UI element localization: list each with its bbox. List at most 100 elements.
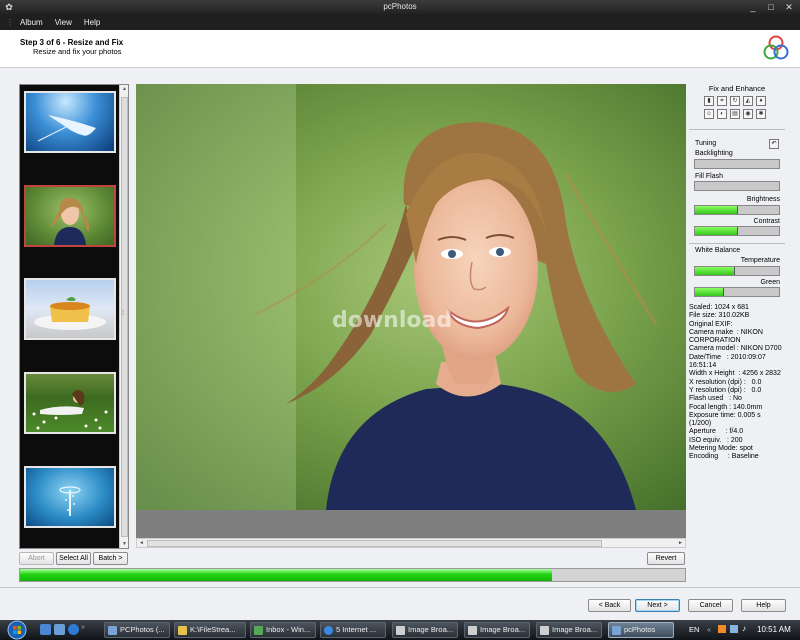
thumbnail-flower-field[interactable] [24, 372, 116, 434]
progress-fill [20, 569, 552, 581]
fix-enhance-panel: Fix and Enhance ▮ ⌗ ↻ ◭ ♦ ☺ ◐ ▤ ◉ ✱ Tuni… [689, 84, 785, 554]
panel-splitter-icon[interactable]: ⁞ [122, 310, 124, 317]
temperature-label: Temperature [740, 257, 780, 264]
filmstrip-icon[interactable]: ▤ [730, 109, 740, 119]
taskbar-item-inbox[interactable]: Inbox - Win... [250, 622, 316, 638]
thumbnail-girl-portrait[interactable] [24, 185, 116, 247]
window-titlebar: ✿ pcPhotos _ □ ✕ [0, 0, 800, 14]
scroll-down-icon[interactable]: ▼ [120, 541, 129, 547]
switch-windows-icon[interactable] [54, 624, 65, 635]
help-button[interactable]: Help [741, 599, 786, 612]
menu-view[interactable]: View [55, 18, 72, 27]
taskbar-item-filestream[interactable]: K:\FileStrea... [174, 622, 246, 638]
rotate-icon[interactable]: ↻ [730, 96, 740, 106]
step-title: Step 3 of 6 - Resize and Fix [20, 38, 124, 47]
thumbnail-manta-ray[interactable] [24, 91, 116, 153]
divider [689, 129, 785, 130]
menu-help[interactable]: Help [84, 18, 100, 27]
window-controls: _ □ ✕ [748, 0, 794, 14]
watermark-text: download [332, 308, 452, 333]
sharpen-icon[interactable]: ✱ [756, 109, 766, 119]
window-title: pcPhotos [383, 2, 417, 11]
quicklaunch-more-icon[interactable]: » [81, 624, 85, 631]
taskbar-item-image-1[interactable]: Image Broa... [392, 622, 458, 638]
green-slider[interactable] [694, 287, 780, 297]
wizard-footer: < Back Next > Cancel Help [0, 587, 800, 620]
divider [689, 243, 785, 244]
manta-ray-icon [37, 115, 96, 142]
brightness-slider[interactable] [694, 205, 780, 215]
scroll-right-icon[interactable]: ► [678, 539, 683, 548]
minimize-button[interactable]: _ [748, 0, 758, 14]
tray-app-icon[interactable] [718, 625, 726, 633]
next-button[interactable]: Next > [635, 599, 680, 612]
hscroll-thumb[interactable] [147, 540, 602, 547]
photo-viewer[interactable]: download [136, 84, 686, 510]
maximize-button[interactable]: □ [766, 0, 776, 14]
menu-album[interactable]: Album [20, 18, 43, 27]
exif-info: Scaled: 1024 x 681 File size: 310.02KB Ori… [689, 304, 782, 461]
levels-icon[interactable]: ◭ [743, 96, 753, 106]
tuning-reset-icon[interactable]: ↶ [769, 139, 779, 149]
tool-icons-row-2: ☺ ◐ ▤ ◉ ✱ [704, 109, 766, 119]
green-label: Green [760, 279, 780, 286]
start-orb-icon[interactable] [4, 620, 30, 640]
taskbar: » PCPhotos (... K:\FileStrea... Inbox - … [0, 620, 800, 640]
viewer-hscrollbar[interactable]: ◄ ► [136, 538, 686, 548]
fix-enhance-title: Fix and Enhance [708, 84, 766, 93]
taskbar-item-image-2[interactable]: Image Broa... [464, 622, 530, 638]
abort-button[interactable]: Abort [19, 552, 54, 565]
crop-icon[interactable]: ⌗ [717, 96, 727, 106]
ie-quick-icon[interactable] [68, 624, 79, 635]
contrast-slider[interactable] [694, 226, 780, 236]
contrast-label: Contrast [753, 218, 780, 225]
backlighting-label: Backlighting [695, 150, 733, 157]
splash-thumb-icon [59, 486, 81, 516]
select-all-button[interactable]: Select All [56, 552, 91, 565]
scroll-up-icon[interactable]: ▲ [120, 86, 129, 92]
wizard-header: Step 3 of 6 - Resize and Fix Resize and … [0, 30, 800, 68]
volume-icon[interactable]: ♪ [742, 624, 746, 633]
taskbar-item-internet[interactable]: 5 Internet ... [320, 622, 386, 638]
white-balance-label: White Balance [695, 247, 741, 254]
color-drop-icon[interactable]: ♦ [756, 96, 766, 106]
tray-expand-icon[interactable]: « [707, 625, 711, 634]
fill-flash-slider[interactable] [694, 181, 780, 191]
network-icon[interactable] [730, 625, 738, 633]
menu-bar: ⋮ Album View Help [0, 14, 800, 30]
taskbar-item-image-3[interactable]: Image Broa... [536, 622, 602, 638]
step-subtitle: Resize and fix your photos [33, 47, 122, 56]
cancel-button[interactable]: Cancel [688, 599, 733, 612]
brightness-label: Brightness [746, 196, 780, 203]
tool-icons-row-1: ▮ ⌗ ↻ ◭ ♦ [704, 96, 766, 106]
batch-button[interactable]: Batch > [93, 552, 128, 565]
backlighting-slider[interactable] [694, 159, 780, 169]
portrait-thumb-icon [50, 197, 90, 245]
fill-flash-label: Fill Flash [695, 173, 724, 180]
portrait-icon[interactable]: ☺ [704, 109, 714, 119]
show-desktop-icon[interactable] [40, 624, 51, 635]
language-indicator[interactable]: EN [689, 625, 699, 634]
taskbar-item-pcphotos-active[interactable]: pcPhotos [608, 622, 674, 638]
scroll-left-icon[interactable]: ◄ [139, 539, 144, 548]
menu-grip: ⋮ [6, 17, 14, 27]
close-button[interactable]: ✕ [784, 0, 794, 14]
field-thumb-icon [32, 390, 108, 430]
histogram-icon[interactable]: ▮ [704, 96, 714, 106]
scroll-thumb[interactable] [121, 97, 128, 537]
viewer-background [136, 510, 686, 538]
taskbar-item-pcphotos-1[interactable]: PCPhotos (... [104, 622, 170, 638]
thumbnail-water-drop[interactable] [24, 466, 116, 528]
thumbnail-strip [19, 84, 129, 549]
app-icon: ✿ [5, 2, 13, 12]
thumbnail-dessert[interactable] [24, 278, 116, 340]
portrait-photo: download [136, 84, 686, 510]
red-eye-icon[interactable]: ◉ [743, 109, 753, 119]
revert-button[interactable]: Revert [647, 552, 685, 565]
clock[interactable]: 10:51 AM [757, 625, 791, 634]
app-logo-icon [763, 35, 789, 60]
tuning-label: Tuning [695, 140, 717, 147]
temperature-slider[interactable] [694, 266, 780, 276]
contrast-icon[interactable]: ◐ [717, 109, 727, 119]
back-button[interactable]: < Back [588, 599, 631, 612]
